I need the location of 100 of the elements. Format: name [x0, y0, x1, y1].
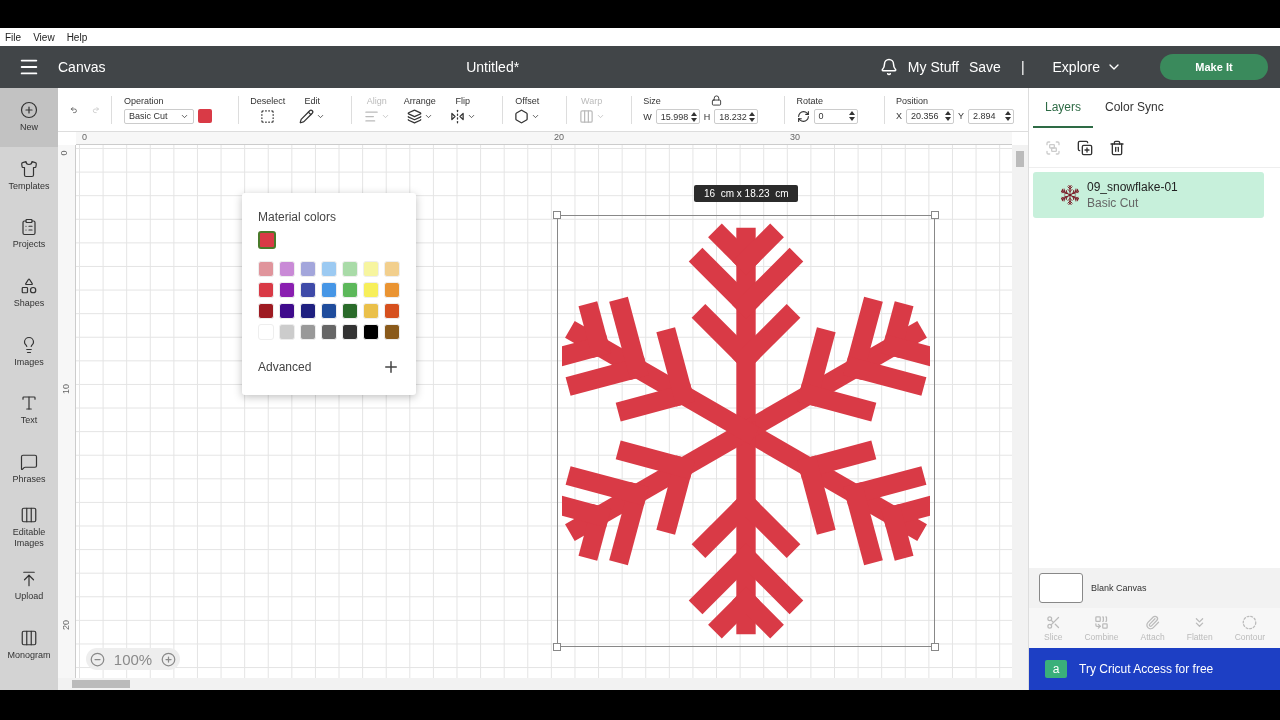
spinner-arrows-icon[interactable]	[945, 111, 952, 121]
color-swatch[interactable]	[342, 324, 358, 340]
color-swatch[interactable]	[363, 324, 379, 340]
sidebar-item[interactable]: Editable Images	[0, 498, 58, 557]
color-swatch[interactable]	[258, 261, 274, 277]
rotate-icon[interactable]	[796, 109, 810, 123]
menu-item[interactable]: File	[5, 31, 22, 43]
advanced-label[interactable]: Advanced	[258, 360, 312, 374]
sidebar-item[interactable]: Images	[0, 322, 58, 381]
promo-banner[interactable]: a Try Cricut Access for free	[1029, 648, 1280, 690]
resize-handle[interactable]	[931, 211, 939, 219]
spinner-arrows-icon[interactable]	[848, 111, 855, 121]
tool-button[interactable]	[299, 108, 326, 124]
layer-item[interactable]: 09_snowflake-01 Basic Cut	[1033, 172, 1264, 218]
color-swatch[interactable]	[197, 109, 212, 123]
tool-button[interactable]	[406, 108, 433, 124]
panel-tab[interactable]: Color Sync	[1093, 88, 1176, 128]
color-swatch[interactable]	[300, 282, 316, 298]
layer-operation: Basic Cut	[1087, 196, 1140, 210]
zoom-out-icon[interactable]	[90, 651, 106, 667]
color-swatch[interactable]	[384, 303, 400, 319]
rotate-field[interactable]: 0	[813, 108, 858, 124]
warp-icon	[578, 108, 594, 124]
spinner-arrows-icon[interactable]	[749, 111, 756, 122]
color-swatch[interactable]	[258, 282, 274, 298]
pencil-icon	[299, 108, 315, 124]
duplicate-icon[interactable]	[1077, 139, 1093, 156]
horizontal-scrollbar[interactable]	[58, 678, 1028, 690]
sidebar-item[interactable]: Shapes	[0, 263, 58, 323]
bell-icon[interactable]	[879, 58, 898, 76]
tool-label: Arrange	[403, 95, 436, 106]
resize-handle[interactable]	[553, 211, 561, 219]
color-swatch[interactable]	[321, 303, 337, 319]
blank-canvas-thumbnail[interactable]	[1039, 573, 1083, 603]
color-swatch[interactable]	[342, 261, 358, 277]
color-swatch[interactable]	[300, 303, 316, 319]
color-swatch[interactable]	[363, 261, 379, 277]
make-it-button[interactable]: Make It	[1160, 54, 1268, 80]
flip-icon	[449, 108, 465, 124]
color-swatch[interactable]	[342, 303, 358, 319]
x-field[interactable]: 20.356	[906, 108, 955, 124]
project-title: Untitled*	[466, 59, 520, 75]
height-field[interactable]: 18.232	[714, 109, 759, 124]
zoom-in-icon[interactable]	[160, 651, 176, 667]
explore-menu[interactable]: Explore	[1052, 59, 1122, 75]
color-swatch[interactable]	[363, 282, 379, 298]
sidebar-item[interactable]: Templates	[0, 146, 58, 206]
sidebar-label: Phrases	[12, 473, 46, 485]
resize-handle[interactable]	[931, 643, 939, 651]
spinner-arrows-icon[interactable]	[690, 111, 697, 122]
color-swatch[interactable]	[321, 282, 337, 298]
color-swatch[interactable]	[321, 261, 337, 277]
color-swatch[interactable]	[300, 261, 316, 277]
operation-select[interactable]: Basic Cut	[123, 108, 194, 124]
align-icon	[363, 108, 379, 124]
resize-handle[interactable]	[553, 643, 561, 651]
tool-label: Align	[366, 95, 387, 106]
ruler-number: 0	[58, 150, 69, 156]
sidebar-item[interactable]: Text	[0, 380, 58, 440]
plus-icon[interactable]	[382, 358, 400, 376]
layer-name: 09_snowflake-01	[1087, 180, 1178, 194]
color-swatch[interactable]	[279, 324, 295, 340]
sidebar-item[interactable]: Upload	[0, 556, 58, 616]
dashed-square-icon	[260, 108, 276, 124]
menu-item[interactable]: Help	[66, 31, 88, 43]
speech-bubble-icon	[20, 452, 38, 471]
color-swatch[interactable]	[279, 303, 295, 319]
color-swatch[interactable]	[384, 324, 400, 340]
sidebar-label: Monogram	[7, 649, 51, 661]
sidebar-item[interactable]: Monogram	[0, 615, 58, 674]
color-swatch[interactable]	[384, 261, 400, 277]
spinner-arrows-icon[interactable]	[1005, 111, 1012, 121]
dashed-circle-icon	[1242, 614, 1258, 630]
current-color-swatch[interactable]	[258, 231, 276, 249]
lock-icon[interactable]	[710, 95, 722, 106]
color-swatch[interactable]	[384, 282, 400, 298]
y-field[interactable]: 2.894	[968, 108, 1015, 124]
color-swatch[interactable]	[321, 324, 337, 340]
sidebar-label: New	[20, 122, 38, 134]
tool-button[interactable]	[514, 108, 541, 124]
color-swatch[interactable]	[342, 282, 358, 298]
width-field[interactable]: 15.998	[655, 109, 700, 124]
panel-tab[interactable]: Layers	[1033, 88, 1094, 128]
plus-circle-icon	[20, 101, 38, 120]
color-swatch[interactable]	[279, 282, 295, 298]
sidebar-label: Text	[20, 415, 38, 427]
menu-item[interactable]: View	[33, 31, 55, 43]
color-swatch[interactable]	[363, 303, 379, 319]
sidebar-item[interactable]: Phrases	[0, 439, 58, 499]
vertical-scrollbar[interactable]	[1012, 145, 1028, 678]
section-title: Canvas	[58, 59, 106, 75]
tool-button[interactable]	[449, 108, 476, 124]
header-link[interactable]: Save	[968, 59, 1001, 75]
sidebar-item[interactable]: Projects	[0, 205, 58, 264]
color-swatch[interactable]	[300, 324, 316, 340]
header-link[interactable]: My Stuff	[907, 59, 959, 75]
trash-icon[interactable]	[1109, 139, 1125, 156]
sidebar-item[interactable]: New	[0, 88, 58, 147]
color-swatch[interactable]	[258, 303, 274, 319]
color-swatch[interactable]	[279, 261, 295, 277]
